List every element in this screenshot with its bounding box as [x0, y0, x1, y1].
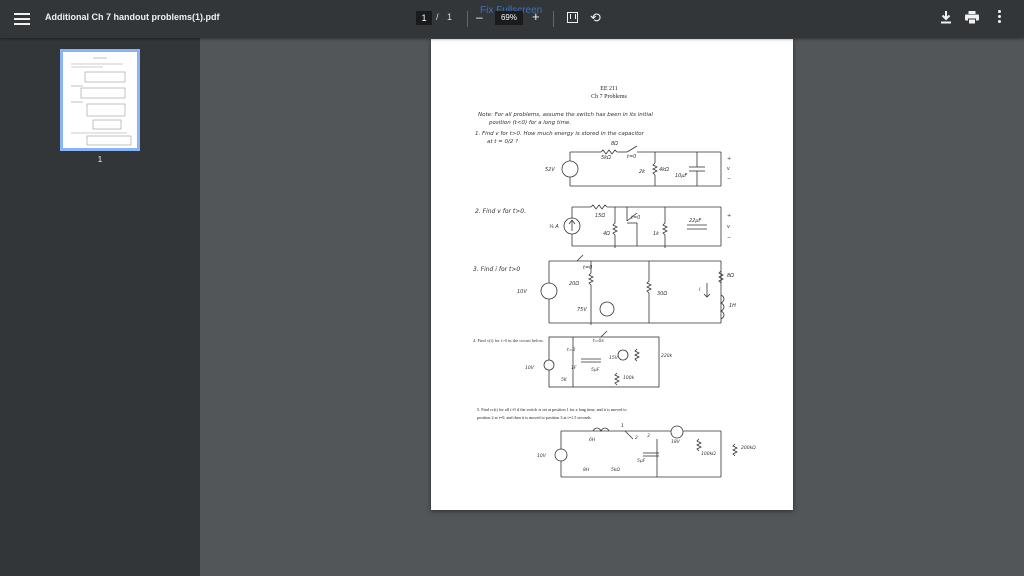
- thumbnail-page-number: 1: [97, 155, 103, 164]
- p3-label: 1H: [729, 303, 736, 309]
- p1-voltage-source: [561, 160, 579, 178]
- zoom-input[interactable]: 69%: [495, 11, 523, 25]
- p1-label: 8Ω: [611, 141, 618, 147]
- rotate-icon[interactable]: ⟲: [590, 10, 601, 26]
- note-line-2: position (t<0) for a long time.: [488, 120, 571, 126]
- p5-label: 6H: [589, 437, 596, 443]
- p2-label: 22μF: [689, 218, 702, 224]
- zoom-in-button[interactable]: +: [532, 9, 540, 24]
- p2-label: 4Ω: [603, 231, 610, 237]
- p4-label: 5K: [561, 377, 568, 383]
- p5-source-18v: [670, 425, 684, 439]
- p1-label: v: [727, 166, 731, 172]
- doc-heading: Ch 7 Problems: [591, 94, 627, 100]
- p5-label: 18V: [671, 439, 681, 445]
- p1-label: +: [727, 156, 731, 162]
- p5-label: 1: [621, 423, 624, 429]
- toolbar-divider-2: [553, 11, 554, 27]
- course-code: EE 211: [600, 86, 618, 92]
- p2-label: ⅙ A: [549, 224, 559, 230]
- p5-label: 100kΩ: [701, 451, 716, 457]
- problem-2-text: 2. Find v for t>0.: [475, 208, 526, 215]
- p1-label: t=0: [627, 154, 636, 160]
- p5-label: 200kΩ: [741, 445, 756, 451]
- problem-3-text: 3. Find i for t>0: [473, 266, 520, 273]
- p1-label: 52V: [545, 167, 555, 173]
- p1-label: 4kΩ: [659, 167, 669, 173]
- p4-source-10v: [543, 359, 555, 371]
- p4-label: 220k: [661, 353, 673, 359]
- page-separator: /: [436, 12, 439, 22]
- fit-page-icon[interactable]: [567, 12, 578, 23]
- circuit-2: [563, 204, 722, 248]
- p4-label: 100k: [623, 375, 635, 381]
- p5-source-10v: [554, 448, 568, 462]
- page-thumbnail[interactable]: [60, 49, 140, 151]
- problem-1-text: 1. Find v for t>0. How much energy is st…: [475, 131, 645, 137]
- p4-label: 5μF: [591, 367, 600, 373]
- p1-label: 10μF: [675, 173, 688, 179]
- toolbar-divider: [467, 11, 468, 27]
- p2-label: 1k: [653, 231, 660, 237]
- download-icon[interactable]: [940, 10, 952, 24]
- toolbar: Additional Ch 7 handout problems(1).pdf …: [0, 0, 1024, 38]
- document-title: Additional Ch 7 handout problems(1).pdf: [45, 12, 220, 22]
- more-vert-icon[interactable]: [996, 10, 1002, 26]
- p2-label: +: [727, 213, 731, 219]
- p3-label: i: [699, 287, 701, 293]
- page-number-input[interactable]: 1: [416, 11, 432, 25]
- p2-label: v: [727, 224, 731, 230]
- p5-label: 5μF: [637, 458, 646, 464]
- circuit-1: [561, 145, 722, 187]
- problem-5-text: 5. Find vc(t) for all t>0 if the switch …: [477, 407, 627, 413]
- p3-source-10v: [540, 282, 558, 300]
- p3-label: 8Ω: [727, 273, 734, 279]
- problem-1-text-2: at t = 0/2 ?: [487, 139, 518, 145]
- p3-label: 20Ω: [569, 281, 579, 287]
- p3-label: t=0: [583, 265, 592, 271]
- p4-label: 1F: [571, 365, 577, 371]
- problem-4-text: 4. Find v(t) for t>0 in the circuit belo…: [473, 338, 544, 343]
- note-line-1: Note: For all problems, assume the switc…: [478, 112, 653, 118]
- p3-label: 75V: [577, 307, 587, 313]
- p1-label: 5kΩ: [601, 155, 611, 161]
- p3-label: 10V: [517, 289, 527, 295]
- print-icon[interactable]: [965, 11, 979, 25]
- p5-label: 3: [647, 433, 650, 439]
- p4-label: 15V: [609, 355, 619, 361]
- p5-label: 2: [635, 435, 638, 441]
- p5-label: 8H: [583, 467, 590, 473]
- p3-source-75v: [599, 301, 615, 317]
- p4-label: t=0s: [593, 338, 604, 344]
- p5-label: 5kΩ: [611, 467, 620, 473]
- p3-label: 30Ω: [657, 291, 667, 297]
- page-total: 1: [447, 12, 453, 22]
- pdf-page: EE 211 Ch 7 Problems Note: For all probl…: [431, 39, 793, 510]
- p2-label: −: [727, 235, 731, 241]
- thumbnail-sidebar: 1: [0, 38, 200, 576]
- p4-label: 10V: [525, 365, 535, 371]
- p1-label: −: [727, 176, 731, 182]
- circuit-3: [540, 254, 725, 325]
- p2-label: 15Ω: [595, 213, 605, 219]
- p4-source-15v: [617, 349, 629, 361]
- p1-label: 2k: [639, 169, 646, 175]
- p4-label: t=0: [567, 347, 576, 353]
- menu-icon[interactable]: [14, 11, 30, 27]
- problem-5-text-2: position 2 at t=0, and then it is moved …: [477, 415, 592, 421]
- p2-label: t=0: [631, 215, 640, 221]
- p5-label: 10V: [537, 453, 547, 459]
